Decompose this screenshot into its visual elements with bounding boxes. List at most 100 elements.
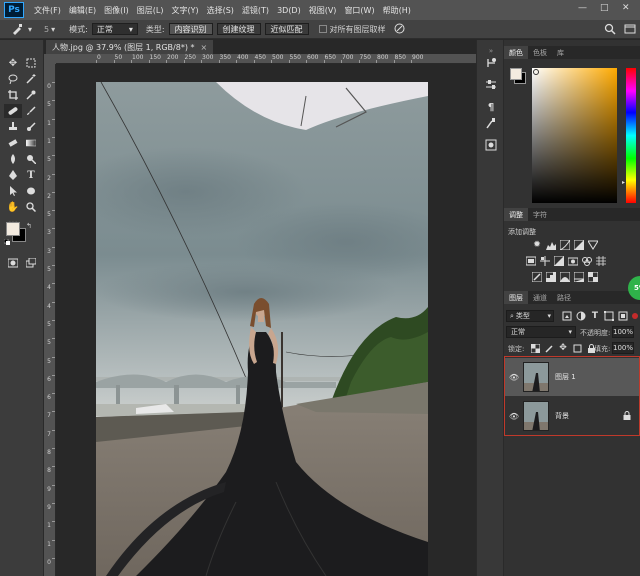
- eyedropper-tool-icon[interactable]: [22, 88, 40, 102]
- dodge-tool-icon[interactable]: [22, 152, 40, 166]
- menu-file[interactable]: 文件(F): [30, 5, 65, 16]
- menu-select[interactable]: 选择(S): [203, 5, 238, 16]
- tab-swatches[interactable]: 色板: [528, 46, 552, 59]
- history-panel-icon[interactable]: [484, 56, 498, 70]
- layer-filter-select[interactable]: ⌕ 类型 ▾: [506, 310, 554, 322]
- color-balance-icon[interactable]: [540, 256, 550, 266]
- menu-view[interactable]: 视图(V): [305, 5, 341, 16]
- filter-shape-icon[interactable]: [604, 311, 614, 321]
- tab-character[interactable]: 字符: [528, 208, 552, 221]
- lock-pixels-icon[interactable]: [544, 343, 554, 353]
- hand-tool-icon[interactable]: ✋: [4, 200, 22, 214]
- lock-artboard-icon[interactable]: [572, 343, 582, 353]
- menu-window[interactable]: 窗口(W): [340, 5, 378, 16]
- photo-filter-icon[interactable]: [568, 256, 578, 266]
- selective-color-icon[interactable]: [588, 272, 598, 282]
- color-lookup-icon[interactable]: [596, 256, 606, 266]
- fill-input[interactable]: 100%: [612, 342, 634, 354]
- layer-row-background[interactable]: 👁 背景: [505, 397, 639, 435]
- paragraph-panel-icon[interactable]: ¶: [484, 100, 498, 114]
- vibrance-icon[interactable]: [588, 240, 598, 250]
- brush-size[interactable]: 5: [44, 25, 49, 34]
- history-brush-tool-icon[interactable]: [22, 120, 40, 134]
- type-tool-icon[interactable]: T: [22, 168, 40, 182]
- channel-mixer-icon[interactable]: [582, 256, 592, 266]
- filter-adjustment-icon[interactable]: [576, 311, 586, 321]
- lock-transparent-icon[interactable]: [530, 343, 540, 353]
- filter-type-icon[interactable]: T: [590, 311, 600, 321]
- quick-mask-icon[interactable]: [4, 256, 22, 270]
- color-panel-fg-swatch[interactable]: [510, 68, 522, 80]
- black-white-icon[interactable]: [554, 256, 564, 266]
- search-icon[interactable]: [604, 23, 616, 37]
- workspace-icon[interactable]: [624, 23, 636, 37]
- invert-icon[interactable]: [532, 272, 542, 282]
- visibility-eye-icon[interactable]: 👁: [505, 412, 523, 421]
- pressure-icon[interactable]: [394, 23, 406, 36]
- path-selection-tool-icon[interactable]: [4, 184, 22, 198]
- tab-adjustments[interactable]: 调整: [504, 208, 528, 221]
- posterize-icon[interactable]: [546, 272, 556, 282]
- create-texture-button[interactable]: 创建纹理: [216, 23, 261, 35]
- filter-toggle-icon[interactable]: [632, 313, 638, 319]
- layer-name[interactable]: 图层 1: [555, 372, 576, 382]
- document-canvas[interactable]: [96, 82, 428, 576]
- menu-edit[interactable]: 编辑(E): [65, 5, 100, 16]
- foreground-color-swatch[interactable]: [6, 222, 20, 236]
- threshold-icon[interactable]: [560, 272, 570, 282]
- move-tool-icon[interactable]: ✥: [4, 56, 22, 70]
- menu-3d[interactable]: 3D(D): [273, 6, 305, 15]
- canvas-workspace[interactable]: [56, 64, 476, 576]
- blur-tool-icon[interactable]: [4, 152, 22, 166]
- marquee-tool-icon[interactable]: [22, 56, 40, 70]
- ellipse-tool-icon[interactable]: [22, 184, 40, 198]
- mode-select[interactable]: 正常 ▾: [91, 23, 138, 35]
- menu-layer[interactable]: 图层(L): [133, 5, 168, 16]
- vertical-ruler[interactable]: 0 5 1 1 5 2 2 5 3 3 5 4 4 5 5 5 6 6 7 7 8 8 9 9 1 1 0: [44, 64, 56, 576]
- visibility-eye-icon[interactable]: 👁: [505, 373, 523, 382]
- crop-tool-icon[interactable]: [4, 88, 22, 102]
- spot-healing-tool-icon[interactable]: [4, 104, 22, 118]
- filter-pixel-icon[interactable]: [562, 311, 572, 321]
- proximity-match-button[interactable]: 近似匹配: [264, 23, 309, 35]
- layer-name[interactable]: 背景: [555, 411, 569, 421]
- menu-help[interactable]: 帮助(H): [379, 5, 415, 16]
- eraser-tool-icon[interactable]: [4, 136, 22, 150]
- default-colors-icon[interactable]: [3, 238, 10, 245]
- content-aware-button[interactable]: 内容识别: [168, 23, 213, 35]
- tab-layers[interactable]: 图层: [504, 291, 528, 304]
- curves-icon[interactable]: [560, 240, 570, 250]
- adjustments-panel-icon[interactable]: [484, 138, 498, 152]
- blend-mode-select[interactable]: 正常 ▾: [506, 326, 576, 338]
- menu-filter[interactable]: 滤镜(T): [238, 5, 273, 16]
- swap-colors-icon[interactable]: ↰: [26, 222, 32, 230]
- hue-saturation-icon[interactable]: [526, 256, 536, 266]
- clone-stamp-tool-icon[interactable]: [4, 120, 22, 134]
- tab-close-icon[interactable]: ×: [201, 43, 208, 52]
- gradient-map-icon[interactable]: [574, 272, 584, 282]
- lock-position-icon[interactable]: ✥: [558, 343, 568, 353]
- zoom-tool-icon[interactable]: [22, 200, 40, 214]
- magic-wand-tool-icon[interactable]: [22, 72, 40, 86]
- exposure-icon[interactable]: [574, 240, 584, 250]
- lasso-tool-icon[interactable]: [4, 72, 22, 86]
- brush-tool-icon[interactable]: [22, 104, 40, 118]
- properties-panel-icon[interactable]: [484, 78, 498, 92]
- menu-image[interactable]: 图像(I): [100, 5, 133, 16]
- tab-color[interactable]: 颜色: [504, 46, 528, 59]
- brightness-contrast-icon[interactable]: ✹: [532, 240, 542, 250]
- pen-tool-icon[interactable]: [4, 168, 22, 182]
- brush-picker-chevron-icon[interactable]: ▾: [51, 25, 55, 34]
- levels-icon[interactable]: [546, 240, 556, 250]
- gradient-tool-icon[interactable]: [22, 136, 40, 150]
- menu-type[interactable]: 文字(Y): [167, 5, 202, 16]
- minimize-icon[interactable]: —: [578, 3, 587, 13]
- sample-all-layers-checkbox[interactable]: 对所有图层取样: [318, 24, 386, 35]
- document-tab[interactable]: 人物.jpg @ 37.9% (图层 1, RGB/8*) * ×: [46, 40, 214, 54]
- restore-icon[interactable]: □: [600, 3, 609, 13]
- hue-slider-handle[interactable]: ▸: [622, 179, 625, 186]
- tool-presets-icon[interactable]: [484, 116, 498, 130]
- tool-preset-chevron-icon[interactable]: ▾: [28, 25, 32, 34]
- hue-slider[interactable]: [626, 68, 636, 203]
- ruler-origin[interactable]: [44, 54, 56, 64]
